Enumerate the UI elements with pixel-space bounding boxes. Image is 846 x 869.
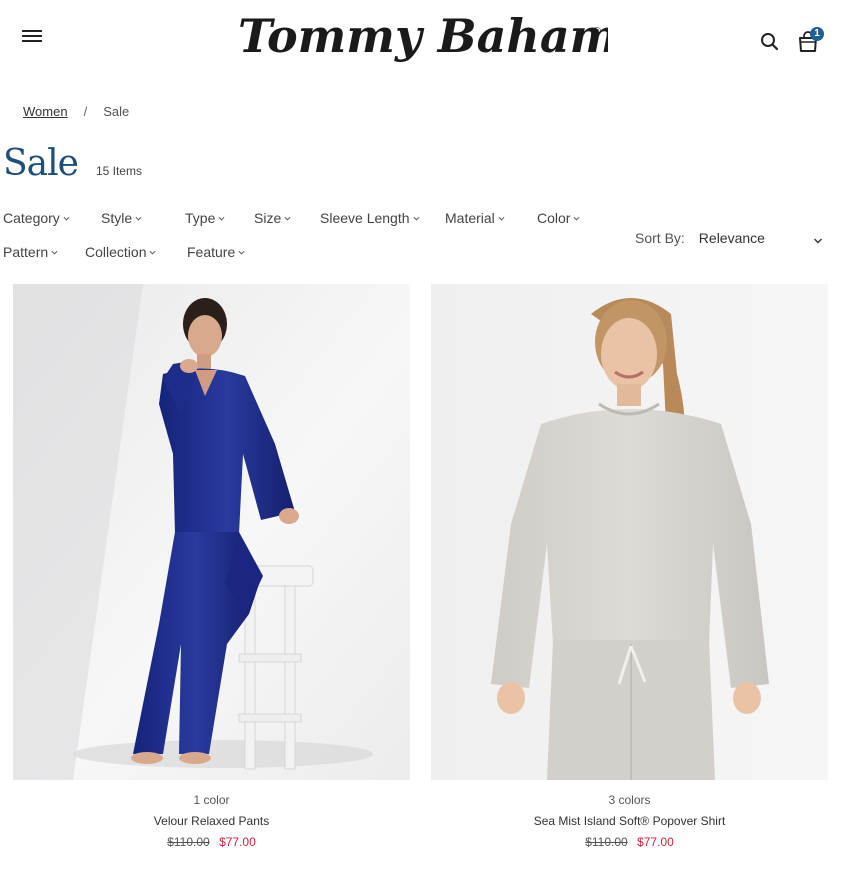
chevron-down-icon: [63, 216, 70, 221]
breadcrumb-separator: /: [83, 104, 88, 119]
chevron-down-icon: [573, 216, 580, 221]
title-row: Sale 15 Items: [3, 143, 142, 184]
chevron-down-icon: [498, 216, 505, 221]
product-info: 1 color Velour Relaxed Pants $110.00 $77…: [13, 793, 410, 849]
filter-row: Pattern Collection Feature: [3, 242, 623, 262]
filter-feature[interactable]: Feature: [187, 242, 257, 262]
svg-text:®: ®: [593, 26, 601, 38]
product-name[interactable]: Velour Relaxed Pants: [13, 814, 410, 835]
original-price: $110.00: [585, 835, 628, 849]
product-image[interactable]: [13, 284, 410, 780]
filter-pattern[interactable]: Pattern: [3, 242, 85, 262]
chevron-down-icon: [51, 250, 58, 255]
chevron-down-icon: [149, 250, 156, 255]
product-name[interactable]: Sea Mist Island Soft® Popover Shirt: [431, 814, 828, 835]
hamburger-menu-icon[interactable]: [22, 30, 44, 50]
price-row: $110.00 $77.00: [431, 835, 828, 849]
sort-select[interactable]: Relevance: [699, 230, 823, 246]
chevron-down-icon: [413, 216, 420, 221]
breadcrumb: Women / Sale: [23, 104, 129, 119]
chevron-down-icon: [238, 250, 245, 255]
product-card[interactable]: 3 colors Sea Mist Island Soft® Popover S…: [431, 284, 828, 849]
breadcrumb-current: Sale: [103, 104, 130, 119]
original-price: $110.00: [167, 835, 210, 849]
filter-style[interactable]: Style: [101, 208, 185, 228]
filter-color[interactable]: Color: [537, 208, 597, 228]
logo[interactable]: Tommy Bahama ®: [236, 4, 608, 70]
filter-type[interactable]: Type: [185, 208, 254, 228]
color-count: 3 colors: [608, 793, 651, 807]
chevron-down-icon: [813, 238, 822, 243]
filter-size[interactable]: Size: [254, 208, 320, 228]
chevron-down-icon: [135, 216, 142, 221]
chevron-down-icon: [218, 216, 225, 221]
filter-category[interactable]: Category: [3, 208, 101, 228]
filter-collection[interactable]: Collection: [85, 242, 187, 262]
filter-material[interactable]: Material: [445, 208, 537, 228]
cart-count-badge: 1: [810, 27, 824, 41]
chevron-down-icon: [284, 216, 291, 221]
svg-text:Tommy Bahama: Tommy Bahama: [238, 9, 608, 63]
product-info: 3 colors Sea Mist Island Soft® Popover S…: [431, 793, 828, 849]
breadcrumb-link-women[interactable]: Women: [23, 104, 68, 119]
filter-sleeve-length[interactable]: Sleeve Length: [320, 208, 445, 228]
search-icon[interactable]: [758, 30, 780, 52]
filter-bar: Category Style Type Size Sleeve Length M…: [3, 208, 623, 276]
shopping-bag-button[interactable]: 1: [797, 27, 827, 55]
price-row: $110.00 $77.00: [13, 835, 410, 849]
sort-label: Sort By:: [635, 230, 685, 246]
color-count: 1 color: [193, 793, 230, 807]
sale-price: $77.00: [637, 835, 674, 849]
page-title: Sale: [3, 143, 79, 184]
sale-price: $77.00: [219, 835, 256, 849]
product-card[interactable]: 1 color Velour Relaxed Pants $110.00 $77…: [13, 284, 410, 849]
sort-value: Relevance: [698, 230, 765, 246]
filter-row: Category Style Type Size Sleeve Length M…: [3, 208, 623, 228]
site-header: Tommy Bahama ® 1: [0, 0, 846, 80]
product-image[interactable]: [431, 284, 828, 780]
item-count: 15 Items: [95, 164, 142, 178]
sort-control: Sort By: Relevance: [635, 230, 823, 246]
